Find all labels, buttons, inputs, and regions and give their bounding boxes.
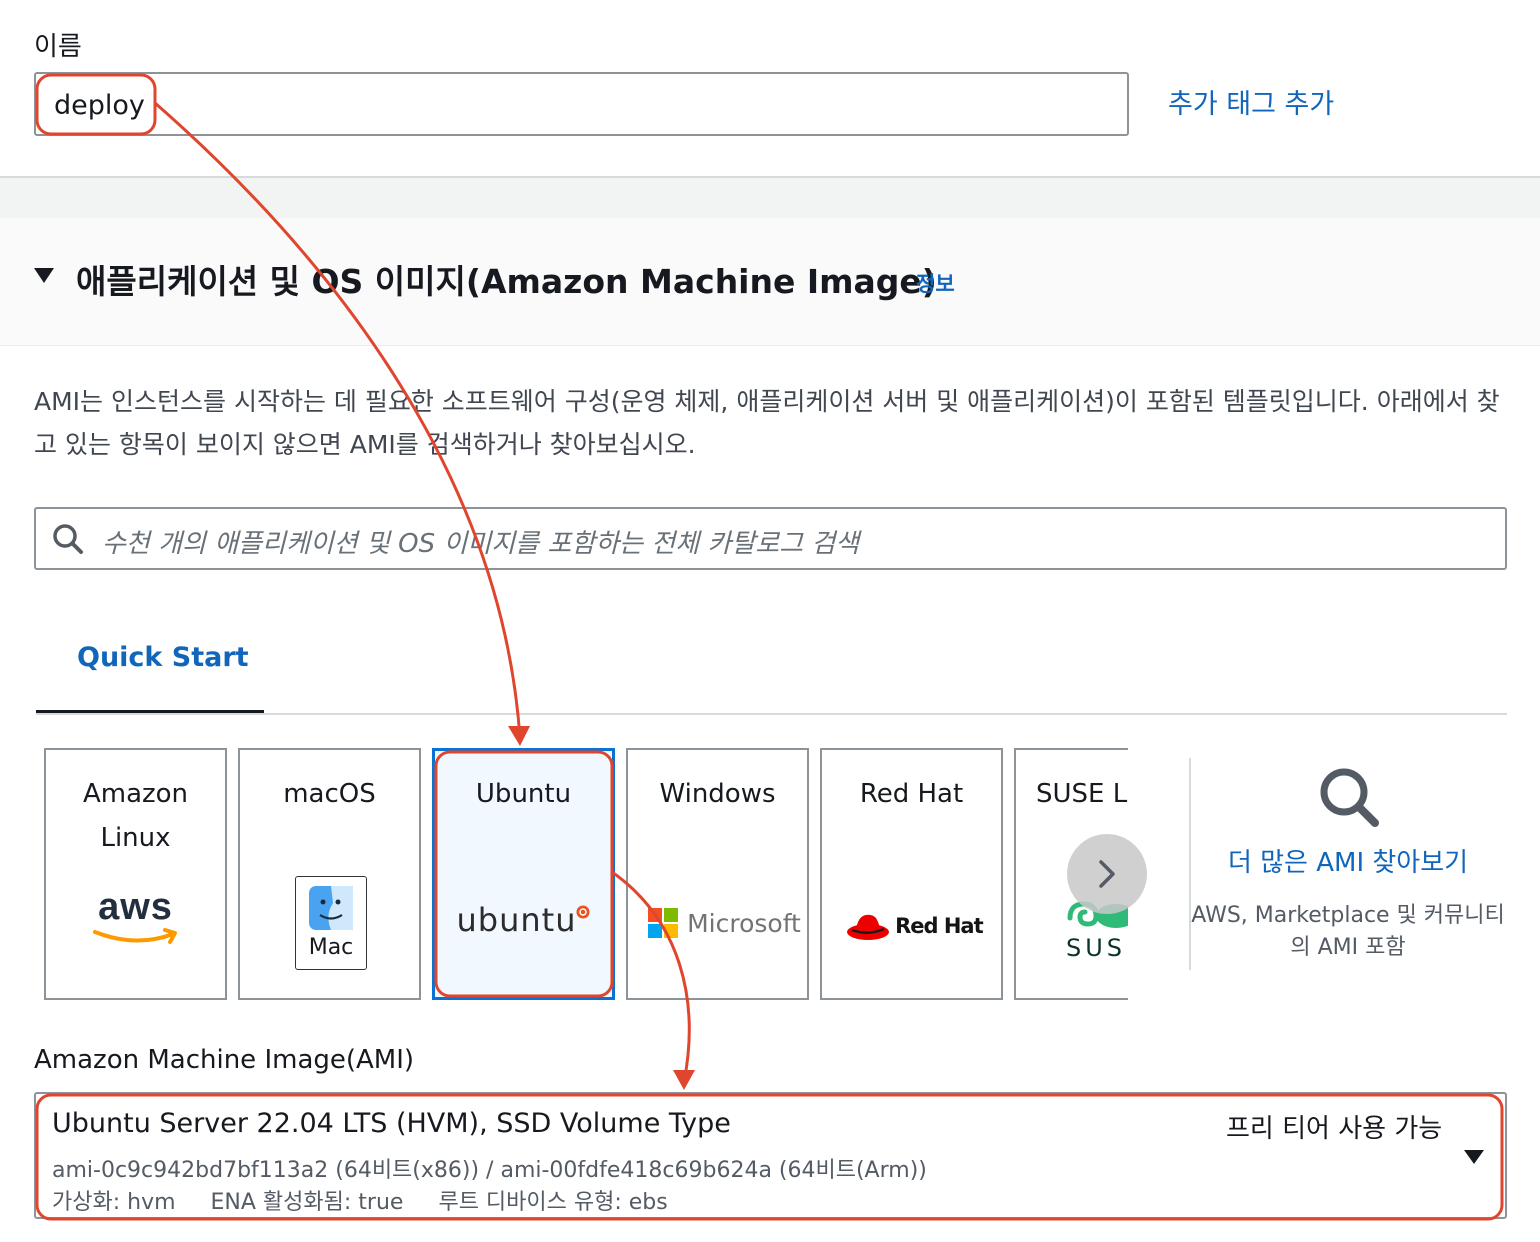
ami-ena: ENA 활성화됨: true: [210, 1190, 404, 1215]
tab-quick-start-label: Quick Start: [77, 642, 249, 673]
add-tag-link[interactable]: 추가 태그 추가: [1168, 82, 1334, 121]
browse-more-ami-link[interactable]: 더 많은 AMI 찾아보기: [1190, 842, 1506, 879]
microsoft-logo: Microsoft: [648, 908, 801, 938]
annotation-arrowhead-2: [673, 1070, 695, 1090]
os-card-title: Red Hat: [859, 779, 964, 809]
ami-ids: ami-0c9c942bd7bf113a2 (64비트(x86)) / ami-…: [52, 1158, 927, 1183]
ami-select-label: Amazon Machine Image(AMI): [34, 1045, 415, 1075]
chevron-right-icon: [1099, 860, 1115, 888]
ubuntu-logo: ubuntu: [435, 901, 612, 939]
name-input[interactable]: deploy: [34, 72, 1129, 136]
os-card-title: SUSE Li: [1036, 779, 1128, 809]
search-placeholder: 수천 개의 애플리케이션 및 OS 이미지를 포함하는 전체 카탈로그 검색: [102, 529, 860, 559]
os-card-ubuntu[interactable]: Ubuntu ubuntu: [432, 748, 615, 1000]
collapse-caret-icon[interactable]: [34, 268, 54, 283]
ami-select-dropdown[interactable]: Ubuntu Server 22.04 LTS (HVM), SSD Volum…: [34, 1092, 1507, 1219]
ami-search-input[interactable]: 수천 개의 애플리케이션 및 OS 이미지를 포함하는 전체 카탈로그 검색: [34, 507, 1507, 570]
os-card-title: Ubuntu: [475, 779, 572, 809]
os-card-amazon-linux[interactable]: Amazon Linux aws: [44, 748, 227, 1000]
info-link[interactable]: 정보: [916, 268, 955, 298]
search-icon: [53, 524, 83, 554]
section-separator: [0, 176, 1540, 218]
os-card-macos[interactable]: macOS Mac: [238, 748, 421, 1000]
os-card-title: Amazon Linux: [82, 779, 189, 853]
ami-virtualization: 가상화: hvm: [52, 1190, 176, 1215]
ami-name: Ubuntu Server 22.04 LTS (HVM), SSD Volum…: [52, 1108, 731, 1139]
os-card-red-hat[interactable]: Red Hat Red Hat: [820, 748, 1003, 1000]
name-label: 이름: [34, 32, 82, 62]
mac-finder-icon: Mac: [295, 876, 367, 970]
dropdown-caret-icon: [1464, 1150, 1484, 1164]
browse-search-icon: [1320, 768, 1379, 827]
os-card-windows[interactable]: Windows Microsoft: [626, 748, 809, 1000]
ami-description: AMI는 인스턴스를 시작하는 데 필요한 소프트웨어 구성(운영 체제, 애플…: [34, 387, 1500, 459]
browse-more-ami-subtitle: AWS, Marketplace 및 커뮤니티의 AMI 포함: [1191, 903, 1505, 960]
ami-section-title: 애플리케이션 및 OS 이미지(Amazon Machine Image): [76, 262, 937, 301]
carousel-next-button[interactable]: [1067, 834, 1147, 914]
os-card-title: macOS: [283, 779, 376, 809]
os-card-title: Windows: [659, 779, 776, 809]
tab-quick-start[interactable]: Quick Start: [36, 630, 264, 714]
annotation-arrowhead-1: [508, 726, 530, 746]
name-input-value: deploy: [54, 90, 145, 121]
redhat-logo: Red Hat: [846, 910, 984, 942]
ami-root-device: 루트 디바이스 유형: ebs: [438, 1190, 668, 1215]
aws-logo: aws: [46, 888, 225, 946]
os-card-carousel: Amazon Linux aws macOS Mac Ubuntu ubuntu: [40, 744, 1128, 1006]
tabs-divider: [36, 713, 1507, 715]
free-tier-badge: 프리 티어 사용 가능: [1226, 1114, 1443, 1144]
ami-properties: 가상화: hvm ENA 활성화됨: true 루트 디바이스 유형: ebs: [52, 1184, 696, 1216]
